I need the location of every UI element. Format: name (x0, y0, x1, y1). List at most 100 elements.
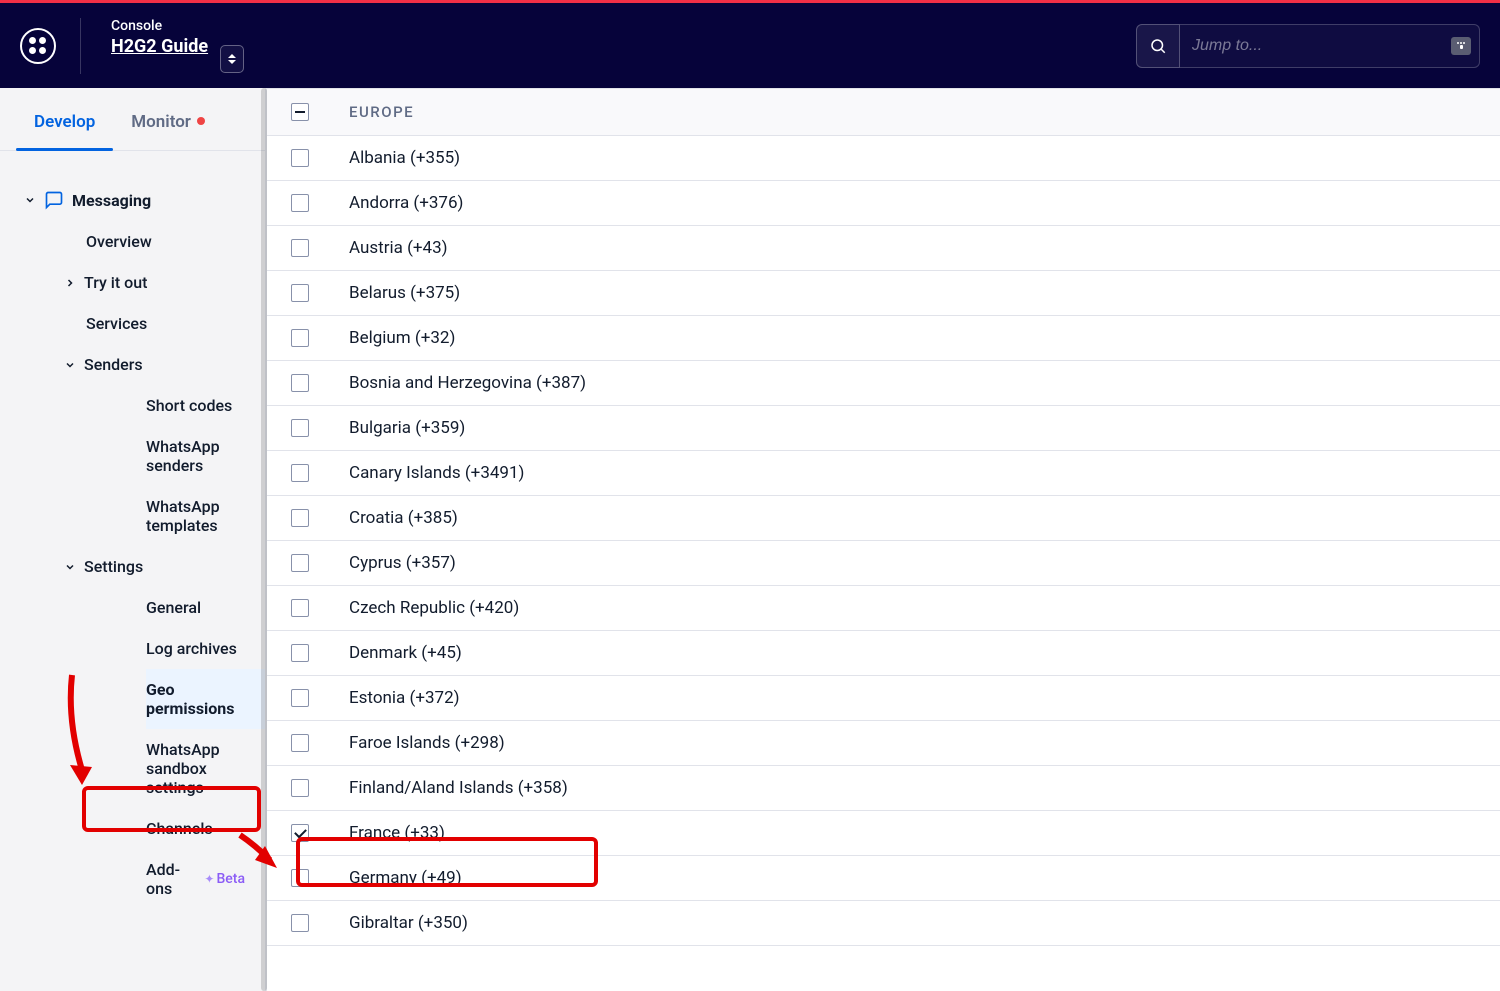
country-label: Faroe Islands (+298) (349, 733, 505, 753)
account-name[interactable]: H2G2 Guide (111, 36, 208, 57)
country-label: Finland/Aland Islands (+358) (349, 778, 568, 798)
country-row[interactable]: Belgium (+32) (267, 316, 1500, 361)
country-row[interactable]: Gibraltar (+350) (267, 901, 1500, 946)
search-button[interactable] (1136, 24, 1180, 68)
sidebar-item-overview[interactable]: Overview (64, 221, 265, 262)
sidebar-item-label: Services (86, 314, 147, 333)
country-list: Albania (+355) Andorra (+376) Austria (+43… (267, 136, 1500, 946)
sidebar-item-whatsapp-senders[interactable]: WhatsApp senders (146, 426, 265, 486)
sidebar-item-label: Add-ons (146, 860, 194, 898)
country-checkbox[interactable] (291, 599, 309, 617)
sidebar-item-settings[interactable]: Settings (64, 546, 265, 587)
country-row[interactable]: Bulgaria (+359) (267, 406, 1500, 451)
region-checkbox[interactable] (291, 103, 309, 121)
country-label: Gibraltar (+350) (349, 913, 468, 933)
beta-badge: ✦ Beta (204, 871, 245, 887)
search (1136, 24, 1480, 68)
account-switcher[interactable]: Console H2G2 Guide (111, 18, 244, 73)
sidebar-nav: Messaging Overview Try it out Services S… (0, 151, 265, 909)
country-checkbox[interactable] (291, 329, 309, 347)
sidebar-item-label: Settings (84, 557, 143, 576)
main-content: EUROPE Albania (+355) Andorra (+376) Austr… (266, 88, 1500, 991)
country-row[interactable]: Cyprus (+357) (267, 541, 1500, 586)
sidebar-item-label: Geo permissions (146, 680, 245, 718)
tab-monitor[interactable]: Monitor (113, 88, 223, 150)
region-header: EUROPE (267, 88, 1500, 136)
sidebar-item-label: WhatsApp senders (146, 437, 235, 475)
sidebar-item-geo-permissions[interactable]: Geo permissions (146, 669, 265, 729)
country-checkbox[interactable] (291, 914, 309, 932)
country-label: Denmark (+45) (349, 643, 462, 663)
country-row[interactable]: France (+33) (267, 811, 1500, 856)
country-checkbox[interactable] (291, 149, 309, 167)
country-row[interactable]: Denmark (+45) (267, 631, 1500, 676)
country-row[interactable]: Belarus (+375) (267, 271, 1500, 316)
chevron-updown-icon[interactable] (220, 45, 244, 73)
tab-develop[interactable]: Develop (16, 88, 113, 150)
sidebar-item-general[interactable]: General (146, 587, 265, 628)
sidebar-item-label: Messaging (72, 191, 151, 210)
sidebar-item-label: Senders (84, 355, 143, 374)
sidebar-item-messaging[interactable]: Messaging (0, 179, 265, 221)
country-checkbox[interactable] (291, 689, 309, 707)
search-icon (1149, 37, 1167, 55)
country-checkbox[interactable] (291, 239, 309, 257)
country-checkbox[interactable] (291, 419, 309, 437)
country-checkbox[interactable] (291, 554, 309, 572)
sidebar-item-label: Try it out (84, 273, 148, 292)
country-row[interactable]: Germany (+49) (267, 856, 1500, 901)
country-checkbox[interactable] (291, 464, 309, 482)
sidebar-item-services[interactable]: Services (64, 303, 265, 344)
chevron-down-icon (64, 359, 76, 371)
country-label: Belarus (+375) (349, 283, 460, 303)
country-row[interactable]: Czech Republic (+420) (267, 586, 1500, 631)
sidebar-item-senders[interactable]: Senders (64, 344, 265, 385)
chevron-down-icon (64, 561, 76, 573)
country-label: Germany (+49) (349, 868, 462, 888)
country-checkbox[interactable] (291, 194, 309, 212)
country-row[interactable]: Andorra (+376) (267, 181, 1500, 226)
sidebar-item-label: Short codes (146, 396, 232, 415)
chevron-right-icon (64, 277, 76, 289)
search-input[interactable] (1192, 37, 1467, 55)
country-checkbox[interactable] (291, 869, 309, 887)
country-row[interactable]: Austria (+43) (267, 226, 1500, 271)
country-label: Andorra (+376) (349, 193, 463, 213)
sidebar-item-addons[interactable]: Add-ons ✦ Beta (146, 849, 265, 909)
country-checkbox[interactable] (291, 734, 309, 752)
country-row[interactable]: Faroe Islands (+298) (267, 721, 1500, 766)
logo[interactable] (20, 18, 81, 74)
scrollbar[interactable] (261, 88, 267, 991)
sidebar-tabs: Develop Monitor (0, 88, 265, 151)
topbar: Console H2G2 Guide (0, 0, 1500, 88)
country-row[interactable]: Albania (+355) (267, 136, 1500, 181)
country-checkbox[interactable] (291, 644, 309, 662)
country-checkbox[interactable] (291, 824, 309, 842)
sidebar-item-log-archives[interactable]: Log archives (146, 628, 265, 669)
country-row[interactable]: Croatia (+385) (267, 496, 1500, 541)
sidebar: Develop Monitor Messaging Overview Try i… (0, 88, 266, 991)
sidebar-item-try-it-out[interactable]: Try it out (64, 262, 265, 303)
country-row[interactable]: Bosnia and Herzegovina (+387) (267, 361, 1500, 406)
sidebar-item-label: Log archives (146, 639, 237, 658)
country-label: Canary Islands (+3491) (349, 463, 524, 483)
country-label: Belgium (+32) (349, 328, 455, 348)
region-name: EUROPE (349, 103, 414, 121)
country-row[interactable]: Estonia (+372) (267, 676, 1500, 721)
sidebar-item-label: WhatsApp sandbox settings (146, 740, 235, 797)
sidebar-item-short-codes[interactable]: Short codes (146, 385, 265, 426)
console-label: Console (111, 18, 244, 34)
country-checkbox[interactable] (291, 284, 309, 302)
sidebar-item-whatsapp-sandbox[interactable]: WhatsApp sandbox settings (146, 729, 265, 808)
country-label: Croatia (+385) (349, 508, 458, 528)
twilio-logo-icon (20, 28, 56, 64)
sidebar-item-label: General (146, 598, 201, 617)
sidebar-item-whatsapp-templates[interactable]: WhatsApp templates (146, 486, 265, 546)
country-row[interactable]: Canary Islands (+3491) (267, 451, 1500, 496)
country-label: Austria (+43) (349, 238, 448, 258)
country-checkbox[interactable] (291, 779, 309, 797)
sidebar-item-channels[interactable]: Channels (146, 808, 265, 849)
country-checkbox[interactable] (291, 509, 309, 527)
country-row[interactable]: Finland/Aland Islands (+358) (267, 766, 1500, 811)
country-checkbox[interactable] (291, 374, 309, 392)
